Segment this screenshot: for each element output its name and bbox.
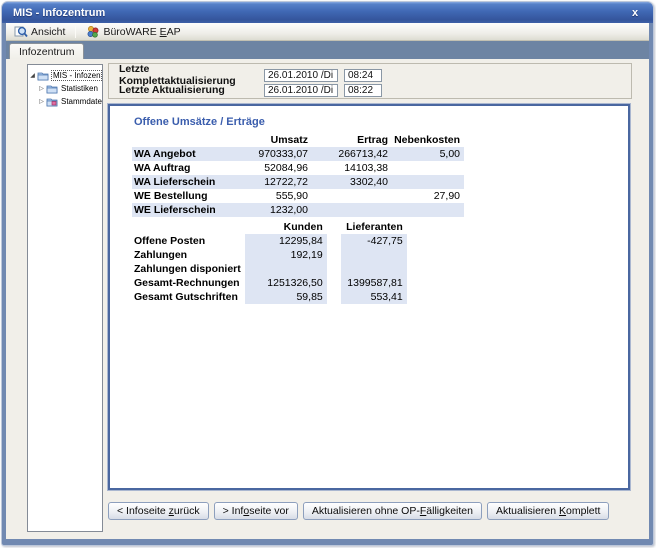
eap-star-icon bbox=[86, 25, 100, 38]
tree-item-label[interactable]: Statistiken bbox=[60, 84, 99, 93]
table-row: WA Angebot 970333,07 266713,42 5,00 bbox=[132, 147, 464, 161]
last-update-date-field[interactable] bbox=[264, 84, 338, 97]
ansicht-button[interactable]: Ansicht bbox=[9, 24, 70, 40]
tree-item-label[interactable]: Stammdaten bbox=[60, 97, 102, 106]
col-umsatz: Umsatz bbox=[230, 133, 312, 147]
table-row: Zahlungen disponiert bbox=[132, 262, 407, 276]
tree-item-label[interactable]: MIS - Infozentrum bbox=[51, 70, 102, 81]
cell-nebenkosten bbox=[392, 161, 464, 175]
last-update-label: Letzte Aktualisierung bbox=[119, 84, 264, 96]
cell-kunden: 192,19 bbox=[245, 248, 327, 262]
sales-table-header: Umsatz Ertrag Nebenkosten bbox=[132, 133, 464, 147]
col-ertrag: Ertrag bbox=[312, 133, 392, 147]
titlebar: MIS - Infozentrum x bbox=[2, 2, 653, 23]
view-magnifier-icon bbox=[14, 25, 28, 38]
close-icon[interactable]: x bbox=[628, 6, 642, 20]
table-row: Gesamt-Rechnungen 1251326,50 1399587,81 bbox=[132, 276, 407, 290]
tree-item-stammdaten[interactable]: ▷ Stammdaten bbox=[28, 95, 102, 108]
buroware-eap-button[interactable]: BüroWARE EAP bbox=[81, 24, 185, 40]
cell-lieferanten: 553,41 bbox=[341, 290, 407, 304]
row-label: WE Bestellung bbox=[132, 189, 230, 203]
table-row: WA Auftrag 52084,96 14103,38 bbox=[132, 161, 464, 175]
row-label: Zahlungen bbox=[132, 248, 245, 262]
table-row: WE Bestellung 555,90 27,90 bbox=[132, 189, 464, 203]
cell-ertrag bbox=[312, 203, 392, 217]
buroware-eap-label: BüroWARE EAP bbox=[103, 26, 180, 38]
folder-icon bbox=[46, 84, 58, 94]
app-window: MIS - Infozentrum x Ansicht bbox=[1, 1, 654, 546]
update-info-group: Letzte Komplettaktualisierung Letzte Akt… bbox=[108, 63, 632, 99]
aktualisieren-komplett-button[interactable]: Aktualisieren Komplett bbox=[487, 502, 609, 520]
row-label: WA Angebot bbox=[132, 147, 230, 161]
cell-nebenkosten: 5,00 bbox=[392, 147, 464, 161]
tab-strip: Infozentrum bbox=[6, 41, 649, 59]
folder-icon bbox=[37, 71, 49, 81]
cell-umsatz: 970333,07 bbox=[230, 147, 312, 161]
aktualisieren-ohne-op-button[interactable]: Aktualisieren ohne OP-Fälligkeiten bbox=[303, 502, 482, 520]
table-row: Offene Posten 12295,84 -427,75 bbox=[132, 234, 407, 248]
cell-lieferanten bbox=[341, 248, 407, 262]
cell-umsatz: 12722,72 bbox=[230, 175, 312, 189]
row-label: WE Lieferschein bbox=[132, 203, 230, 217]
report-panel: Offene Umsätze / Erträge Umsatz Ertrag N… bbox=[108, 104, 630, 490]
row-label: Gesamt Gutschriften bbox=[132, 290, 245, 304]
table-row: Zahlungen 192,19 bbox=[132, 248, 407, 262]
table-row: WA Lieferschein 12722,72 3302,40 bbox=[132, 175, 464, 189]
tab-infozentrum[interactable]: Infozentrum bbox=[9, 43, 84, 59]
table-row: WE Lieferschein 1232,00 bbox=[132, 203, 464, 217]
collapse-icon[interactable]: ▷ bbox=[37, 98, 46, 105]
cell-kunden: 12295,84 bbox=[245, 234, 327, 248]
cell-kunden bbox=[245, 262, 327, 276]
cell-kunden: 59,85 bbox=[245, 290, 327, 304]
cell-nebenkosten: 27,90 bbox=[392, 189, 464, 203]
cell-ertrag: 266713,42 bbox=[312, 147, 392, 161]
cell-umsatz: 1232,00 bbox=[230, 203, 312, 217]
footer-button-row: < Infoseite zurück > Infoseite vor Aktua… bbox=[108, 502, 609, 520]
cell-lieferanten: -427,75 bbox=[341, 234, 407, 248]
cell-umsatz: 52084,96 bbox=[230, 161, 312, 175]
expand-icon[interactable]: ◢ bbox=[28, 72, 37, 79]
sales-table: Umsatz Ertrag Nebenkosten WA Angebot 970… bbox=[132, 133, 464, 217]
balances-table-header: Kunden Lieferanten bbox=[132, 220, 407, 234]
infoseite-zurueck-button[interactable]: < Infoseite zurück bbox=[108, 502, 209, 520]
cell-ertrag: 3302,40 bbox=[312, 175, 392, 189]
nav-tree: ◢ MIS - Infozentrum ▷ Statistiken ▷ Stam… bbox=[27, 64, 103, 532]
tree-item-statistiken[interactable]: ▷ Statistiken bbox=[28, 82, 102, 95]
cell-lieferanten: 1399587,81 bbox=[341, 276, 407, 290]
cell-lieferanten bbox=[341, 262, 407, 276]
col-lieferanten: Lieferanten bbox=[341, 220, 407, 234]
cell-nebenkosten bbox=[392, 175, 464, 189]
cell-umsatz: 555,90 bbox=[230, 189, 312, 203]
row-label: Offene Posten bbox=[132, 234, 245, 248]
last-full-update-time-field[interactable] bbox=[344, 69, 382, 82]
col-nebenkosten: Nebenkosten bbox=[392, 133, 464, 147]
tree-item-mis-infozentrum[interactable]: ◢ MIS - Infozentrum bbox=[28, 69, 102, 82]
cell-ertrag: 14103,38 bbox=[312, 161, 392, 175]
last-full-update-date-field[interactable] bbox=[264, 69, 338, 82]
infoseite-vor-button[interactable]: > Infoseite vor bbox=[214, 502, 298, 520]
row-label: Gesamt-Rechnungen bbox=[132, 276, 245, 290]
cell-ertrag bbox=[312, 189, 392, 203]
balances-table: Kunden Lieferanten Offene Posten 12295,8… bbox=[132, 220, 407, 304]
table-row: Gesamt Gutschriften 59,85 553,41 bbox=[132, 290, 407, 304]
row-label: WA Auftrag bbox=[132, 161, 230, 175]
toolbar-separator bbox=[75, 25, 76, 38]
row-label: WA Lieferschein bbox=[132, 175, 230, 189]
row-label: Zahlungen disponiert bbox=[132, 262, 245, 276]
report-title: Offene Umsätze / Erträge bbox=[134, 116, 265, 128]
ansicht-label: Ansicht bbox=[31, 26, 65, 38]
col-kunden: Kunden bbox=[245, 220, 327, 234]
folder-data-icon bbox=[46, 97, 58, 107]
window-title: MIS - Infozentrum bbox=[13, 7, 105, 19]
last-update-time-field[interactable] bbox=[344, 84, 382, 97]
content-area: ◢ MIS - Infozentrum ▷ Statistiken ▷ Stam… bbox=[6, 59, 649, 539]
collapse-icon[interactable]: ▷ bbox=[37, 85, 46, 92]
cell-nebenkosten bbox=[392, 203, 464, 217]
toolbar: Ansicht BüroWARE EAP bbox=[6, 23, 649, 41]
cell-kunden: 1251326,50 bbox=[245, 276, 327, 290]
